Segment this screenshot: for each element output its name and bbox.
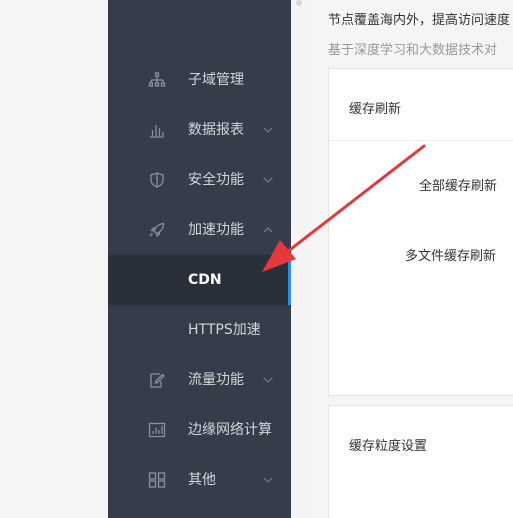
- cache-refresh-title: 缓存刷新: [349, 102, 402, 117]
- main-content: 节点覆盖海内外，提高访问速度 基于深度学习和大数据技术对 缓存刷新 全部缓存刷新…: [308, 0, 513, 518]
- multi-file-cache-refresh-label: 多文件缓存刷新: [405, 249, 497, 264]
- sitemap-icon: [148, 72, 166, 87]
- shield-icon: [150, 172, 164, 188]
- sidebar-item-security[interactable]: 安全功能: [108, 155, 291, 205]
- sidebar-item-acceleration[interactable]: 加速功能: [108, 205, 291, 255]
- chevron-down-icon: [263, 377, 273, 383]
- sidebar-subitem-https[interactable]: HTTPS加速: [108, 305, 291, 355]
- sidebar-item-reports[interactable]: 数据报表: [108, 105, 291, 155]
- cache-granularity-title: 缓存粒度设置: [349, 439, 428, 454]
- sidebar-item-label: 流量功能: [188, 372, 244, 388]
- sidebar-item-other[interactable]: 其他: [108, 455, 291, 505]
- sidebar-nav: 子域管理 数据报表 安全功能 加速功能 CDN HTTPS加速 流量功能 边缘网…: [108, 0, 291, 518]
- intro-headline: 节点覆盖海内外，提高访问速度: [328, 13, 511, 28]
- full-cache-refresh-label: 全部缓存刷新: [419, 179, 498, 194]
- chevron-down-icon: [263, 477, 273, 483]
- chevron-down-icon: [263, 127, 273, 133]
- page-left-gutter: [0, 0, 108, 518]
- sidebar-item-label: 安全功能: [188, 172, 244, 188]
- sidebar-scrollbar-track[interactable]: [291, 0, 308, 518]
- sidebar-item-label: CDN: [188, 272, 222, 288]
- chart-box-icon: [148, 422, 166, 438]
- sidebar-item-subdomain[interactable]: 子域管理: [108, 55, 291, 105]
- bar-chart-icon: [150, 125, 164, 138]
- cache-refresh-card: 缓存刷新 全部缓存刷新 多文件缓存刷新: [328, 68, 513, 396]
- grid-icon: [148, 472, 166, 488]
- edit-icon: [150, 373, 165, 388]
- sidebar-item-label: 子域管理: [188, 72, 244, 88]
- sidebar-item-edge-computing[interactable]: 边缘网络计算: [108, 405, 291, 455]
- sidebar-item-traffic[interactable]: 流量功能: [108, 355, 291, 405]
- card-divider: [329, 140, 513, 141]
- sidebar-subitem-cdn[interactable]: CDN: [108, 255, 291, 305]
- rocket-icon: [149, 222, 165, 238]
- sidebar-item-label: HTTPS加速: [188, 322, 261, 338]
- chevron-up-icon: [263, 227, 273, 233]
- sidebar-item-label: 其他: [188, 472, 216, 488]
- sidebar-scrollbar-thumb[interactable]: [296, 0, 302, 6]
- sidebar-item-label: 边缘网络计算: [188, 422, 272, 438]
- cache-granularity-card: 缓存粒度设置: [328, 405, 513, 518]
- intro-description: 基于深度学习和大数据技术对: [328, 43, 498, 58]
- chevron-down-icon: [263, 177, 273, 183]
- sidebar-item-label: 数据报表: [188, 122, 244, 138]
- sidebar-item-label: 加速功能: [188, 222, 244, 238]
